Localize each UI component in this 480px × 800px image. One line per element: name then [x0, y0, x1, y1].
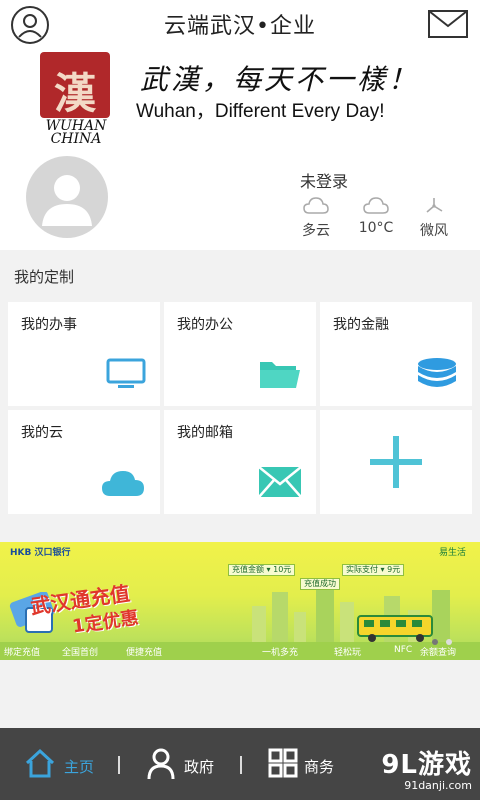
- watermark-logo: 9L游戏: [381, 750, 472, 780]
- tab-government[interactable]: 政府: [140, 728, 230, 800]
- tab-business-label: 商务: [304, 758, 335, 776]
- ad-chip: 一机多充: [262, 648, 299, 658]
- profile-panel: 未登录 多云 10°C 微风: [0, 148, 480, 250]
- tile-my-mailbox[interactable]: 我的邮箱: [164, 410, 316, 514]
- tile-my-office[interactable]: 我的办公: [164, 302, 316, 406]
- tab-separator: [118, 756, 120, 774]
- tile-my-cloud[interactable]: 我的云: [8, 410, 160, 514]
- logo-text: WUHAN CHINA: [38, 119, 114, 147]
- weather-temp: 10°C: [354, 196, 398, 236]
- tile-label: 我的办公: [177, 317, 233, 333]
- page-title: 云端武汉•企业: [164, 14, 316, 39]
- tab-home-label: 主页: [64, 758, 95, 776]
- carousel-dot[interactable]: [446, 639, 452, 645]
- tab-home[interactable]: 主页: [18, 728, 108, 800]
- tile-label: 我的办事: [21, 317, 77, 333]
- promo-banner[interactable]: HKB 汉口银行 易生活 充值金额 ▾ 10元 实际支付 ▾ 9元 充值成功 武…: [0, 542, 480, 660]
- folder-icon: [260, 362, 300, 388]
- app-header: 云端武汉•企业: [0, 0, 480, 48]
- tile-add[interactable]: [320, 410, 472, 514]
- tile-label: 我的邮箱: [177, 425, 233, 441]
- bottom-tab-bar: 主页 政府 商务 9L游戏 91danji.com: [0, 728, 480, 800]
- weather-sky: 多云: [294, 196, 338, 240]
- tile-my-affairs[interactable]: 我的办事: [8, 302, 160, 406]
- ad-chip: 绑定充值: [4, 648, 41, 658]
- ad-field-success: 充值成功: [300, 578, 340, 590]
- ad-chip: 余额查询: [420, 648, 457, 658]
- wind-icon: [426, 198, 443, 213]
- ad-chip: NFC: [394, 645, 413, 655]
- cloud-icon: [102, 471, 144, 496]
- ad-chip: 轻松玩: [334, 648, 362, 658]
- plus-icon: [370, 436, 422, 488]
- slogan-chinese: 武漢，每天不一樣！: [140, 63, 420, 96]
- seal-char: 漢: [53, 69, 96, 118]
- weather-sky-label: 多云: [302, 223, 330, 239]
- monitor-icon: [106, 358, 146, 388]
- envelope-icon: [258, 466, 302, 498]
- tile-my-finance[interactable]: 我的金融: [320, 302, 472, 406]
- ad-chip: 便捷充值: [126, 648, 163, 658]
- login-status[interactable]: 未登录: [300, 168, 348, 192]
- wuhan-seal-logo: 漢: [40, 52, 110, 118]
- slogan-english: Wuhan，Different Every Day!: [136, 101, 385, 122]
- section-title: 我的定制: [14, 268, 75, 286]
- tab-separator: [240, 756, 242, 774]
- mail-icon: [428, 10, 468, 38]
- weather-wind-label: 微风: [420, 223, 448, 239]
- carousel-dot-active[interactable]: [432, 639, 438, 645]
- weather-temp-label: 10°C: [358, 220, 394, 236]
- weather-wind: 微风: [412, 196, 456, 240]
- tab-government-label: 政府: [184, 758, 215, 776]
- tile-label: 我的云: [21, 425, 63, 441]
- empty-area: [0, 660, 480, 728]
- brand-banner: 漢 WUHAN CHINA 武漢，每天不一樣！ Wuhan，Different …: [0, 48, 480, 148]
- home-icon: [25, 748, 55, 778]
- tab-business[interactable]: 商务: [262, 728, 352, 800]
- cloud-icon: [303, 197, 329, 214]
- grid-icon: [268, 748, 298, 778]
- tile-label: 我的金融: [333, 317, 389, 333]
- site-watermark: 9L游戏 91danji.com: [381, 744, 472, 792]
- ad-chip: 全国首创: [62, 648, 99, 658]
- cloud-icon: [363, 197, 389, 214]
- logo-text-line-2: CHINA: [50, 131, 102, 147]
- person-icon: [147, 748, 175, 780]
- bank-logo: HKB 汉口银行: [10, 548, 71, 558]
- ad-feature-strip: 绑定充值 全国首创 便捷充值 一机多充 轻松玩 NFC 余额查询: [0, 642, 480, 660]
- avatar[interactable]: [26, 156, 108, 238]
- default-avatar-icon: [42, 175, 92, 226]
- coins-icon: [418, 358, 456, 387]
- ad-field-amount: 充值金额 ▾ 10元: [228, 564, 296, 576]
- ad-field-paid: 实际支付 ▾ 9元: [342, 564, 405, 576]
- mail-button[interactable]: [428, 10, 468, 38]
